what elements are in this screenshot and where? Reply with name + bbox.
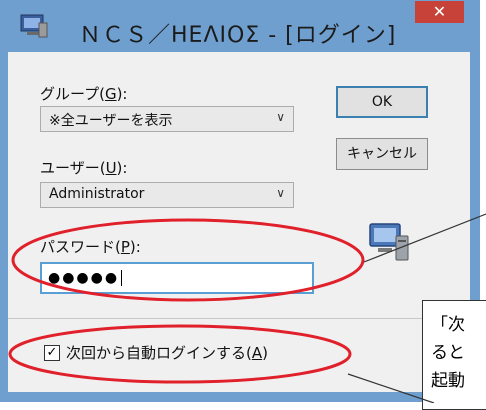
close-icon: ✕ <box>432 2 447 21</box>
close-button[interactable]: ✕ <box>415 1 464 23</box>
annotation-callout: 「次 ると 起動 <box>422 300 486 410</box>
title-bar[interactable]: ＮＣＳ／ΗΕΛΙΟΣ - [ログイン] ✕ <box>1 1 479 53</box>
computer-icon <box>369 223 409 261</box>
separator <box>8 318 470 319</box>
window-title: ＮＣＳ／ΗΕΛΙΟΣ - [ログイン] <box>79 23 397 48</box>
app-icon <box>20 14 48 38</box>
password-value: ●●●●● <box>48 270 120 286</box>
chevron-down-icon: ∨ <box>276 110 285 124</box>
check-icon: ✓ <box>46 345 58 360</box>
auto-login-label[interactable]: 次回から自動ログインする(A) <box>66 342 268 363</box>
group-label: グループ(G): <box>40 85 128 103</box>
group-select-value: ※全ユーザーを表示 <box>49 113 173 129</box>
password-field[interactable]: ●●●●● <box>40 262 314 294</box>
group-select[interactable]: ※全ユーザーを表示 ∨ <box>40 106 294 132</box>
user-select-value: Administrator <box>49 186 145 202</box>
user-select[interactable]: Administrator ∨ <box>40 182 294 208</box>
password-label: パスワード(P): <box>40 238 141 256</box>
text-cursor <box>121 270 129 286</box>
user-label: ユーザー(U): <box>40 159 128 177</box>
cancel-button[interactable]: キャンセル <box>336 138 428 170</box>
auto-login-checkbox[interactable]: ✓ <box>44 345 60 361</box>
chevron-down-icon: ∨ <box>276 186 285 200</box>
ok-button[interactable]: OK <box>336 86 428 118</box>
